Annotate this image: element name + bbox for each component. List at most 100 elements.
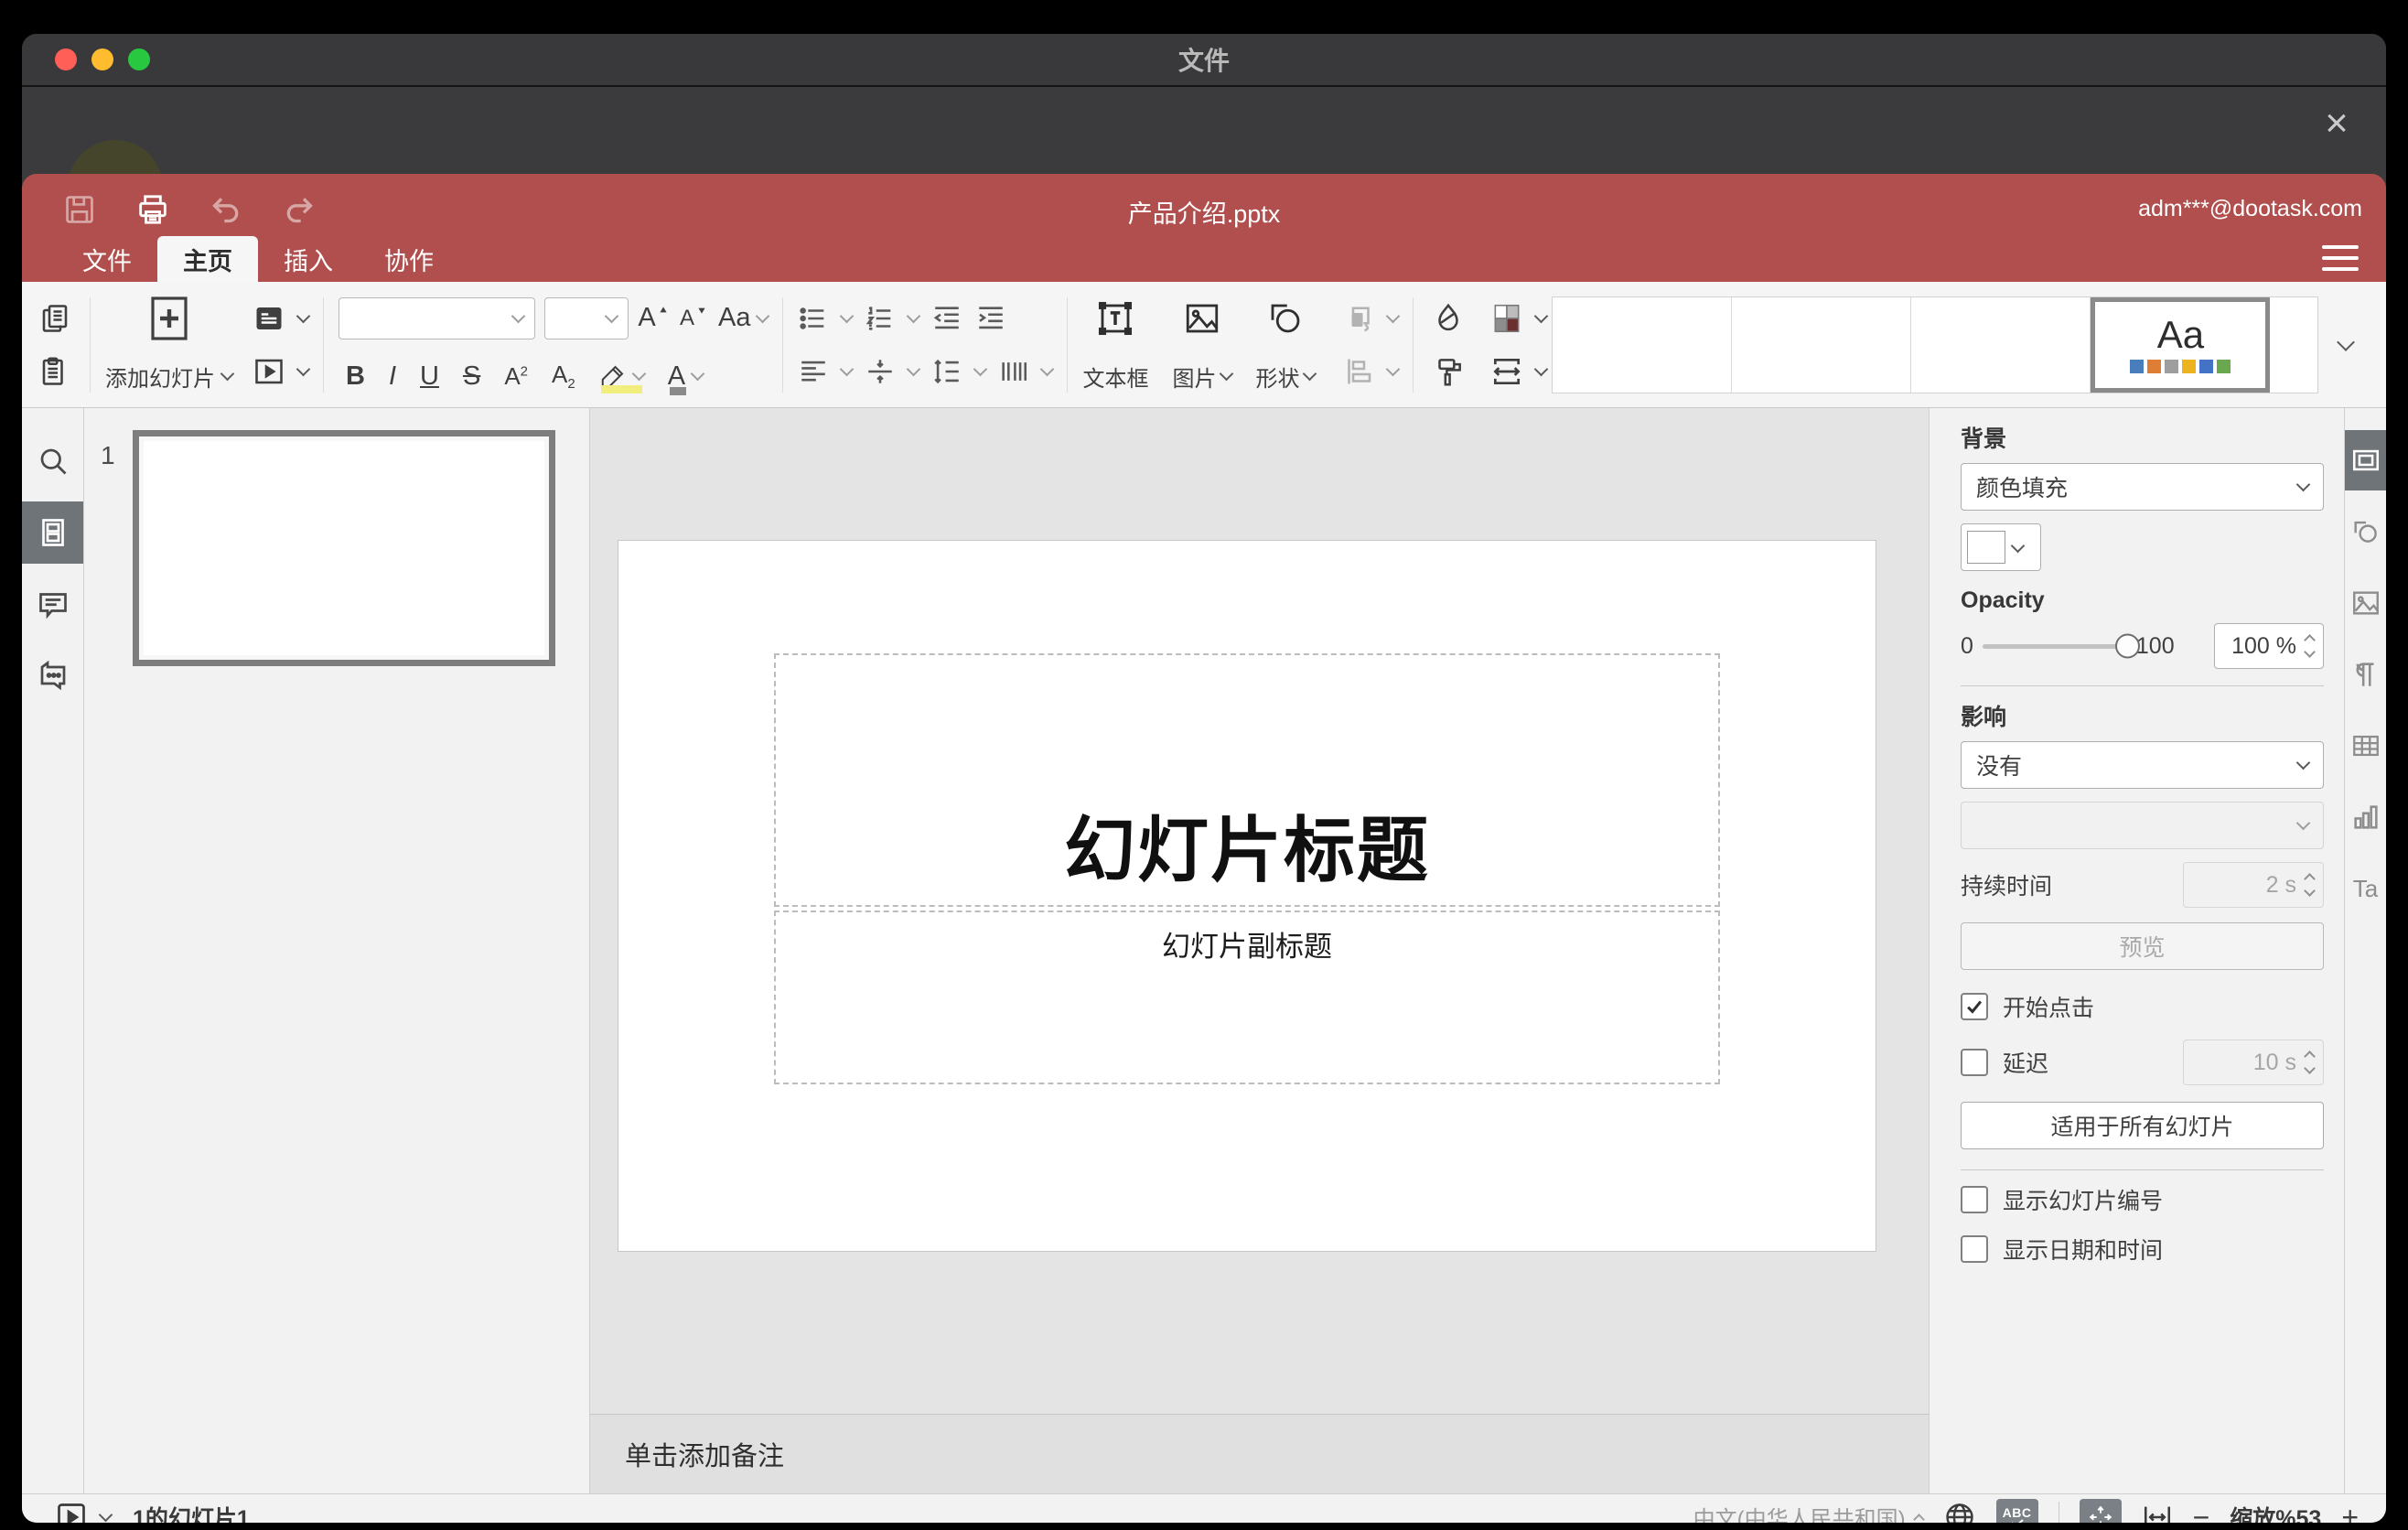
insert-textbox[interactable]: 文本框 <box>1082 297 1148 393</box>
slide-size-icon[interactable] <box>1487 350 1527 393</box>
highlight-color-button[interactable] <box>599 362 646 394</box>
tab-home[interactable]: 主页 <box>157 236 258 282</box>
slide-settings-icon[interactable] <box>2345 430 2386 490</box>
superscript-button[interactable]: A2 <box>504 362 528 391</box>
delay-spinner[interactable] <box>2304 1051 2316 1074</box>
zoom-out-button[interactable]: − <box>2193 1503 2210 1524</box>
underline-button[interactable]: U <box>420 361 439 392</box>
spellcheck-toggle-icon[interactable]: ABC <box>1995 1498 2038 1523</box>
textart-settings-icon[interactable]: Ta <box>2345 858 2386 919</box>
line-spacing-icon[interactable] <box>931 350 962 393</box>
image-settings-icon[interactable] <box>2345 573 2386 633</box>
duration-input[interactable]: 2 s <box>2183 862 2324 908</box>
fill-color-picker[interactable] <box>1961 523 2041 571</box>
subscript-button[interactable]: A2 <box>552 361 575 392</box>
strikethrough-button[interactable]: S <box>463 361 480 392</box>
start-slideshow-icon[interactable] <box>249 350 289 393</box>
theme-option-5[interactable] <box>2270 297 2317 393</box>
redo-icon[interactable] <box>280 190 318 229</box>
save-icon[interactable] <box>60 190 99 229</box>
close-editor-icon[interactable]: × <box>2315 102 2359 145</box>
maximize-window-icon[interactable] <box>128 48 150 70</box>
add-slide-label[interactable]: 添加幻灯片 <box>105 361 215 393</box>
delay-input[interactable]: 10 s <box>2183 1040 2324 1085</box>
image-label[interactable]: 图片 <box>1172 361 1216 393</box>
decrease-indent-icon[interactable] <box>931 297 962 339</box>
font-color-button[interactable]: A <box>668 361 705 395</box>
clear-style-icon[interactable] <box>1428 297 1468 339</box>
start-on-click-checkbox[interactable] <box>1961 993 1988 1020</box>
columns-icon[interactable] <box>998 350 1029 393</box>
bold-button[interactable]: B <box>346 361 365 392</box>
opacity-input[interactable]: 100 % <box>2214 623 2324 669</box>
tab-file[interactable]: 文件 <box>57 236 157 282</box>
paint-roller-icon[interactable] <box>1428 350 1468 393</box>
shape-align-icon[interactable] <box>1338 350 1379 393</box>
language-selector[interactable]: 中文(中华人民共和国) <box>1693 1501 1925 1523</box>
shape-settings-icon[interactable] <box>2345 501 2386 562</box>
paragraph-settings-icon[interactable] <box>2345 644 2386 705</box>
print-icon[interactable] <box>134 190 172 229</box>
slide-thumbnail[interactable] <box>133 430 555 666</box>
font-name-select[interactable] <box>339 296 535 339</box>
notes-area[interactable]: 单击添加备注 <box>590 1414 1929 1493</box>
textbox-label[interactable]: 文本框 <box>1082 361 1148 393</box>
shape-icon[interactable] <box>1265 297 1306 339</box>
decrease-font-icon[interactable]: A <box>678 297 709 339</box>
insert-image[interactable]: 图片 <box>1172 297 1234 393</box>
font-size-select[interactable] <box>544 296 629 339</box>
fill-type-select[interactable]: 颜色填充 <box>1961 463 2324 511</box>
chat-icon[interactable] <box>22 644 83 706</box>
slide-canvas[interactable]: 幻灯片标题 幻灯片副标题 <box>618 540 1876 1252</box>
increase-indent-icon[interactable] <box>975 297 1006 339</box>
show-datetime-checkbox[interactable] <box>1961 1235 1988 1263</box>
theme-option-1[interactable] <box>1553 296 1733 393</box>
copy-icon[interactable] <box>35 297 75 339</box>
table-settings-icon[interactable] <box>2345 716 2386 776</box>
apply-to-all-button[interactable]: 适用于所有幻灯片 <box>1961 1102 2324 1149</box>
change-case-icon[interactable]: Aa <box>718 297 770 339</box>
opacity-slider[interactable] <box>1982 633 2140 659</box>
effect-select[interactable]: 没有 <box>1961 741 2324 789</box>
start-slideshow-status-icon[interactable] <box>55 1501 88 1523</box>
italic-button[interactable]: I <box>389 361 396 392</box>
theme-gallery-expand-icon[interactable] <box>2318 296 2373 393</box>
vertical-align-icon[interactable] <box>865 350 896 393</box>
insert-shape[interactable]: 形状 <box>1255 297 1317 393</box>
paste-icon[interactable] <box>35 350 75 393</box>
effect-variant-select[interactable] <box>1961 802 2324 849</box>
opacity-spinner[interactable] <box>2304 634 2316 658</box>
add-slide-icon[interactable] <box>148 296 190 340</box>
title-placeholder[interactable]: 幻灯片标题 <box>774 653 1720 907</box>
theme-option-3[interactable] <box>1911 296 2091 393</box>
image-icon[interactable] <box>1182 297 1222 339</box>
horizontal-align-icon[interactable] <box>798 350 829 393</box>
arrange-icon[interactable] <box>1338 297 1379 339</box>
fit-to-width-icon[interactable] <box>2142 1502 2173 1523</box>
shape-label[interactable]: 形状 <box>1255 361 1299 393</box>
show-slide-number-checkbox[interactable] <box>1961 1186 1988 1213</box>
subtitle-placeholder[interactable]: 幻灯片副标题 <box>774 910 1720 1084</box>
slides-panel-icon[interactable] <box>22 501 83 564</box>
search-icon[interactable] <box>22 430 83 492</box>
increase-font-icon[interactable]: A <box>638 297 669 339</box>
theme-option-2[interactable] <box>1732 296 1912 393</box>
comments-icon[interactable] <box>22 573 83 635</box>
opacity-slider-knob[interactable] <box>2114 633 2140 659</box>
bullet-list-icon[interactable] <box>798 297 829 339</box>
slide-layout-icon[interactable] <box>249 297 289 339</box>
zoom-in-button[interactable]: + <box>2341 1503 2359 1524</box>
undo-icon[interactable] <box>207 190 245 229</box>
preview-button[interactable]: 预览 <box>1961 922 2324 970</box>
close-window-icon[interactable] <box>55 48 77 70</box>
numbered-list-icon[interactable] <box>865 297 896 339</box>
color-scheme-icon[interactable] <box>1487 297 1527 339</box>
hamburger-menu-icon[interactable] <box>2322 242 2359 275</box>
document-language-icon[interactable] <box>1943 1501 1976 1523</box>
theme-option-selected[interactable]: Aa <box>2091 296 2271 393</box>
fit-to-slide-icon[interactable] <box>2079 1498 2122 1523</box>
duration-spinner[interactable] <box>2304 873 2316 897</box>
chart-settings-icon[interactable] <box>2345 787 2386 847</box>
slideshow-options-icon[interactable] <box>98 1507 113 1522</box>
tab-insert[interactable]: 插入 <box>258 236 359 282</box>
